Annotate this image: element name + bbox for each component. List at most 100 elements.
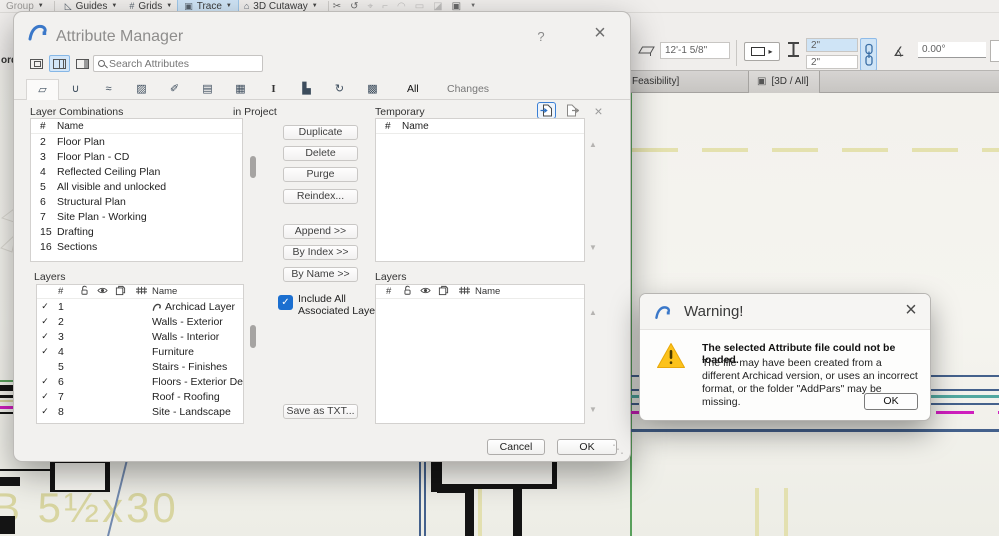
append-button[interactable]: Append >> [283,224,358,239]
view-mode-temporary-button[interactable] [72,55,93,72]
tab-surfaces[interactable]: ✐ [158,79,191,100]
save-as-txt-button[interactable]: Save as TXT... [283,404,358,419]
ok-button[interactable]: OK [557,439,617,455]
delete-button[interactable]: Delete [283,146,358,161]
plan-wall-block [0,516,15,534]
attribute-type-tabs: ▱ ∪ ≈ ▨ ✐ ▤ ▦ I ▙ ↻ ▩ All Changes [14,79,630,100]
scrollbar-thumb[interactable] [250,156,256,178]
save-attribute-file-button[interactable] [563,102,582,119]
layer-row[interactable]: ✓ 3 Walls - Interior [37,329,243,344]
list-item[interactable]: 15 Drafting [31,224,242,239]
scrollbar-thumb[interactable] [250,325,256,348]
trim-scissors-icon[interactable]: ✂ [333,1,341,12]
close-icon[interactable]: × [900,299,922,322]
grids-label: Grids [138,0,163,12]
cutaway-menu[interactable]: ⌂ 3D Cutaway ▼ [238,0,324,12]
chevron-down-icon[interactable]: ▼ [470,3,476,9]
warning-ok-button[interactable]: OK [864,393,918,410]
check-icon: ✓ [41,346,49,356]
layer-row[interactable]: ✓ 2 Walls - Exterior [37,314,243,329]
library-icon[interactable]: ▣ [452,1,461,12]
close-button[interactable]: × [590,22,610,45]
tab-fills[interactable]: ▨ [125,79,158,100]
adjust-icon[interactable]: ↺ [350,1,358,12]
wall-geometry-button[interactable]: ▸ [744,42,780,61]
layer-row[interactable]: ✓ 8 Site - Landscape [37,404,243,419]
layer-combinations-list[interactable]: # Name 2 Floor Plan 3 Floor Plan - CD 4 Ref… [30,118,243,262]
tab-3d-all[interactable]: ▣ [3D / All] [748,71,820,93]
archicad-window: B 5½x30 Group ▼ ◺ Guides ▼ # Grids ▼ ▣ T… [0,0,999,536]
list-item[interactable]: 2 Floor Plan [31,134,242,149]
intersection-group-icon [453,285,475,299]
open-attribute-file-button[interactable] [537,102,556,119]
reindex-button[interactable]: Reindex... [283,189,358,204]
trace-menu[interactable]: ▣ Trace ▼ [177,0,239,12]
angle-input[interactable] [918,42,986,58]
list-item[interactable]: 7 Site Plan - Working [31,209,242,224]
wall-height-input[interactable] [806,55,858,69]
tab-profiles[interactable]: I [257,79,290,100]
layer-row[interactable]: 5 Stairs - Finishes [37,359,243,374]
temporary-list[interactable]: # Name [375,118,585,262]
layer-row[interactable]: ✓ 4 Furniture [37,344,243,359]
list-item[interactable]: 3 Floor Plan - CD [31,149,242,164]
purge-button[interactable]: Purge [283,167,358,182]
list-item[interactable]: 4 Reflected Ceiling Plan [31,164,242,179]
cancel-button[interactable]: Cancel [487,439,545,455]
layers-project-table[interactable]: # Name ✓ 1 Archicad Layer ✓ 2 Walls - Exter… [36,284,244,424]
tab-layers[interactable]: ▱ [26,79,59,100]
tab-mep-systems[interactable]: ▩ [356,79,389,100]
guides-menu[interactable]: ◺ Guides ▼ [59,0,124,12]
fillet-icon[interactable]: ⌐ [382,1,388,12]
scroll-up-icon[interactable]: ▲ [589,308,597,317]
view-mode-project-button[interactable] [26,55,47,72]
tab-changes[interactable]: Changes [439,79,497,100]
list-item[interactable]: 16 Sections [31,239,242,254]
grids-icon: # [129,1,135,11]
scroll-down-icon[interactable]: ▼ [589,243,597,252]
list-item[interactable]: 6 Structural Plan [31,194,242,209]
fill-icon[interactable]: ◪ [433,1,442,12]
layers-temporary-table[interactable]: # Name [375,284,585,424]
scroll-down-icon[interactable]: ▼ [589,405,597,414]
help-button[interactable]: ? [533,29,549,44]
view-mode-split-button[interactable] [49,55,70,72]
arc-icon[interactable]: ◠ [397,1,406,12]
target-icon[interactable]: ⌖ [368,1,374,12]
tab-operation-profiles[interactable]: ↻ [323,79,356,100]
tab-all[interactable]: All [399,79,427,100]
col-name: Name [402,120,429,132]
layer-row[interactable]: ✓6Floors - Exterior Decks [37,374,243,389]
by-index-button[interactable]: By Index >> [283,245,358,260]
duplicate-button[interactable]: Duplicate [283,125,358,140]
grids-menu[interactable]: # Grids ▼ [123,0,178,12]
dialog-title: Attribute Manager [56,28,184,45]
clipped-control [990,40,999,62]
elevation-input[interactable] [660,42,730,59]
col-number: # [386,286,392,297]
tab-feasibility[interactable]: Feasibility] [632,76,679,87]
figure-icon[interactable]: ▭ [415,1,424,12]
include-associated-layers-checkbox[interactable]: ✓ [278,295,293,310]
group-menu[interactable]: Group ▼ [0,0,50,12]
tab-pens[interactable]: ∪ [59,79,92,100]
layer-row[interactable]: ✓ 7 Roof - Roofing [37,389,243,404]
wall-width-input[interactable] [806,38,858,52]
chevron-down-icon: ▼ [311,3,318,9]
project-view-icon [30,58,43,69]
tab-composites[interactable]: ▤ [191,79,224,100]
resize-grip[interactable]: ⋱ [612,442,624,456]
by-name-button[interactable]: By Name >> [283,267,358,282]
search-input[interactable] [109,57,258,70]
tab-line-types[interactable]: ≈ [92,79,125,100]
tab-building-materials[interactable]: ▦ [224,79,257,100]
tab-zone-categories[interactable]: ▙ [290,79,323,100]
tool-icons: ✂ ↺ ⌖ ⌐ ◠ ▭ ◪ ▣ ▼ [333,1,476,12]
scroll-up-icon[interactable]: ▲ [589,140,597,149]
clear-temporary-button[interactable]: × [589,102,608,119]
list-item[interactable]: 5 All visible and unlocked [31,179,242,194]
check-icon: ✓ [41,331,49,341]
chevron-down-icon: ▼ [225,3,232,9]
link-dimensions-toggle[interactable] [860,38,877,71]
layer-row[interactable]: ✓ 1 Archicad Layer [37,299,243,314]
